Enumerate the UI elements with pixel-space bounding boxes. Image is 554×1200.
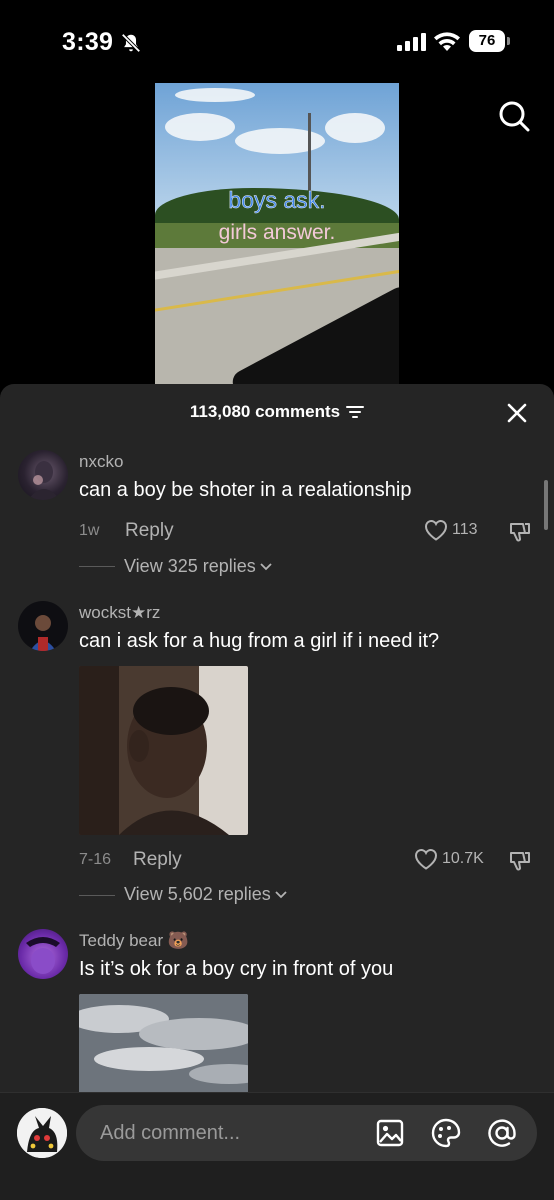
video-overlay-text-2: girls answer. [218,221,336,244]
comment-image-art [79,666,248,835]
heart-icon [415,849,437,870]
comment-username[interactable]: nxcko [79,452,123,472]
image-icon[interactable] [374,1117,406,1149]
filter-icon[interactable] [346,405,365,419]
wifi-icon [434,32,460,51]
comment-image[interactable] [79,666,248,835]
comment-count-sort[interactable]: 113,080 comments [189,402,365,422]
avatar[interactable] [18,929,68,979]
comment-item: wockst★rz can i ask for a hug from a gir… [0,601,554,904]
avatar[interactable] [18,601,68,651]
my-avatar[interactable] [17,1108,67,1158]
video-player[interactable]: boys ask. girls answer. [155,83,399,385]
comment-time: 7-16 [79,851,112,868]
dislike-icon[interactable] [508,520,532,544]
heart-icon [425,520,447,541]
like-button[interactable]: 113 [424,519,478,541]
view-replies-divider [79,895,115,896]
sticker-icon[interactable] [430,1117,462,1149]
video-cloud [175,88,255,102]
search-icon[interactable] [497,99,531,133]
comment-item: nxcko can a boy be shoter in a realation… [0,450,554,580]
chevron-down-icon [275,890,287,898]
comment-image[interactable] [79,994,248,1104]
comment-username[interactable]: Teddy bear 🐻 [79,931,189,951]
video-cloud [235,128,325,154]
video-cloud [165,113,235,141]
comment-image-art [79,994,248,1104]
comment-box [76,1105,537,1161]
close-icon[interactable] [506,402,528,424]
status-time: 3:39 [62,28,114,56]
video-cloud [325,113,385,143]
comments-header: 113,080 comments [0,384,554,442]
reply-button[interactable]: Reply [125,520,174,542]
comment-text: can i ask for a hug from a girl if i nee… [79,630,440,652]
my-avatar-art [17,1108,67,1158]
avatar-figure [30,615,56,651]
view-replies-button[interactable]: View 325 replies [124,556,272,577]
comment-count-row: 113,080 comments [0,402,554,422]
bell-muted-icon [121,33,141,53]
comment-text: can a boy be shoter in a realationship [79,479,412,501]
battery-tip [507,37,510,45]
battery-indicator: 76 [469,30,505,52]
reply-button[interactable]: Reply [133,849,182,871]
like-count: 10.7K [442,850,484,867]
comment-count: 113,080 comments [189,402,341,421]
dislike-icon[interactable] [508,849,532,873]
avatar-figure [28,461,60,500]
signal-icon [397,33,426,51]
chevron-down-icon [260,562,272,570]
view-replies-divider [79,566,115,567]
view-replies-label: View 5,602 replies [124,884,271,904]
mention-icon[interactable] [486,1117,518,1149]
comment-input-bar [0,1092,554,1200]
like-count: 113 [452,521,478,538]
like-button[interactable]: 10.7K [414,848,484,870]
comments-panel: 113,080 comments nxcko can a boy be shot… [0,384,554,1200]
comment-username[interactable]: wockst★rz [79,603,160,623]
comment-item: Teddy bear 🐻 Is it’s ok for a boy cry in… [0,929,554,1104]
video-overlay-text-1: boys ask. [228,187,326,214]
comment-text: Is it’s ok for a boy cry in front of you [79,958,394,980]
comment-time: 1w [79,522,100,539]
view-replies-button[interactable]: View 5,602 replies [124,884,287,905]
view-replies-label: View 325 replies [124,556,256,576]
avatar-figure [26,937,60,974]
avatar[interactable] [18,450,68,500]
status-bar: 3:39 76 [0,0,554,84]
comment-input[interactable] [100,1105,360,1161]
